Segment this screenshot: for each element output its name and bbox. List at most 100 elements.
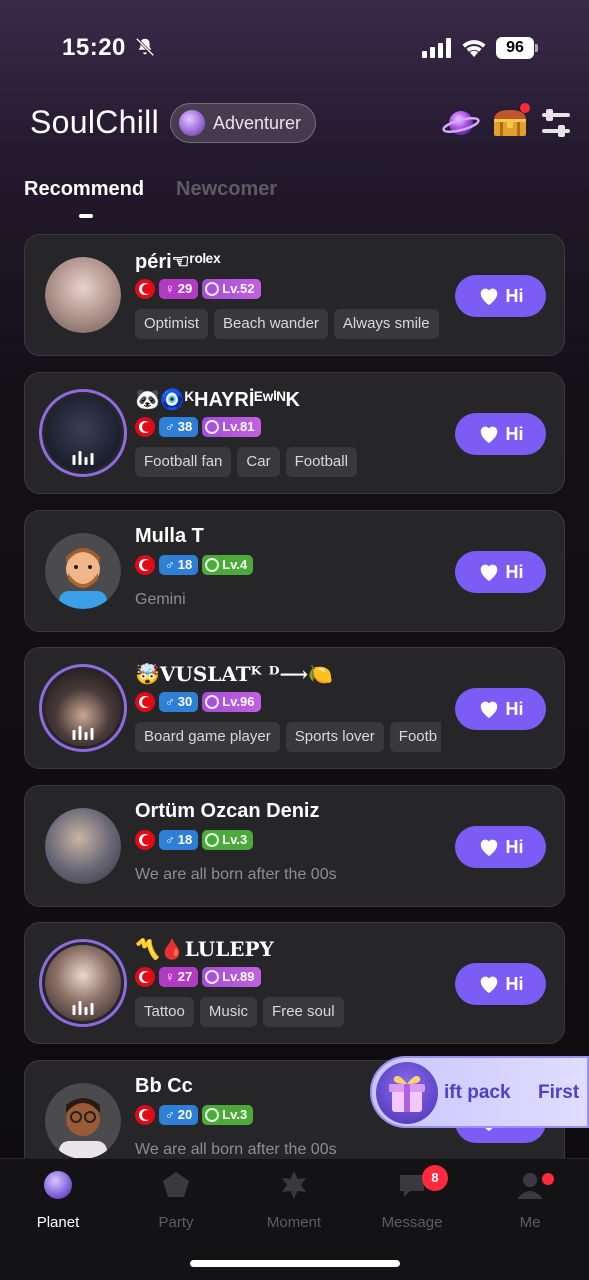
gift-pack-banner[interactable]: ift pack First [370, 1056, 589, 1128]
chest-notification-dot [520, 103, 530, 113]
user-bio: Gemini [135, 591, 186, 608]
home-indicator [190, 1260, 400, 1267]
user-meta: ♂ 20 Lv.3 [135, 1105, 254, 1125]
filter-sliders-icon[interactable] [540, 108, 572, 138]
hi-button[interactable]: Hi [455, 963, 546, 1005]
level: Lv.4 [222, 557, 248, 572]
nav-label: Message [381, 1214, 443, 1231]
moment-star-icon [282, 1171, 306, 1199]
tag-list: Football fan Car Football [135, 447, 441, 477]
cellular-signal-icon [422, 38, 451, 58]
level: Lv.3 [222, 1107, 248, 1122]
avatar-live[interactable] [39, 939, 127, 1027]
cartoon-man-avatar [59, 548, 107, 609]
nav-label: Party [158, 1214, 194, 1231]
male-icon: ♂ [165, 557, 175, 572]
male-icon: ♂ [165, 832, 175, 847]
user-name: 〽️🩸LULEPY [135, 937, 274, 961]
cartoon-man-avatar [59, 1098, 107, 1159]
user-name: 🤯VUSLATᴷ ᴰ⟶🍋 [135, 662, 334, 686]
nav-me[interactable]: Me [480, 1169, 580, 1231]
status-bar: 15:20 96 [0, 0, 589, 96]
hi-button[interactable]: Hi [455, 688, 546, 730]
tag: Free soul [263, 997, 344, 1027]
avatar-live[interactable] [39, 389, 127, 477]
heart-icon [480, 839, 497, 857]
tag: Tattoo [135, 997, 194, 1027]
nav-message[interactable]: 8 Message [362, 1165, 462, 1231]
adventurer-badge[interactable]: Adventurer [170, 103, 316, 143]
male-icon: ♂ [165, 694, 175, 709]
hi-button[interactable]: Hi [455, 275, 546, 317]
message-unread-badge: 8 [422, 1165, 448, 1191]
level-badge: Lv.3 [202, 830, 254, 850]
user-meta: ♀ 29 Lv.52 [135, 279, 261, 299]
level: Lv.81 [222, 419, 255, 434]
hi-button[interactable]: Hi [455, 413, 546, 455]
tag: Sports lover [285, 722, 384, 752]
gender-age-badge: ♂ 38 [159, 417, 199, 437]
planet-nav-icon [44, 1171, 72, 1199]
level-gem-icon [205, 970, 220, 984]
gender-age-badge: ♂ 18 [159, 830, 199, 850]
tag: Beach wander [214, 309, 328, 339]
tag: Always smile [333, 309, 439, 339]
tag: Car [237, 447, 280, 477]
turkey-flag-icon [135, 555, 155, 575]
user-meta: ♂ 18 Lv.4 [135, 555, 254, 575]
hi-label: Hi [505, 423, 524, 444]
party-pentagon-icon [163, 1172, 189, 1197]
wifi-icon [462, 40, 486, 57]
hi-button[interactable]: Hi [455, 826, 546, 868]
tag: Board game player [135, 722, 280, 752]
age: 38 [177, 419, 193, 434]
live-audio-icon [72, 451, 94, 465]
avatar[interactable] [45, 1083, 121, 1159]
user-card[interactable]: 🐼🧿ᴷHAYRİᴱʷⁱᴺK ♂ 38 Lv.81 Football fan Car… [24, 372, 565, 494]
user-meta: ♀ 27 Lv.89 [135, 967, 261, 987]
user-name: péri☜ʳᵒˡᵉˣ [135, 251, 221, 273]
gender-age-badge: ♂ 30 [159, 692, 199, 712]
planet-icon[interactable] [442, 106, 480, 140]
avatar[interactable] [45, 257, 121, 333]
level-badge: Lv.89 [202, 967, 261, 987]
gender-age-badge: ♀ 29 [159, 279, 199, 299]
nav-moment[interactable]: Moment [244, 1169, 344, 1231]
avatar-live[interactable] [39, 664, 127, 752]
tag: Footb [389, 722, 441, 752]
turkey-flag-icon [135, 692, 155, 712]
avatar[interactable] [45, 533, 121, 609]
nav-planet[interactable]: Planet [8, 1169, 108, 1231]
user-card[interactable]: Mulla T ♂ 18 Lv.4 Gemini Hi [24, 510, 565, 632]
tab-newcomer[interactable]: Newcomer [176, 178, 277, 201]
user-card[interactable]: 🤯VUSLATᴷ ᴰ⟶🍋 ♂ 30 Lv.96 Board game player… [24, 647, 565, 769]
nav-label: Me [519, 1214, 541, 1231]
age: 18 [177, 557, 193, 572]
user-name: Ortüm Ozcan Deniz [135, 800, 320, 822]
user-card[interactable]: Ortüm Ozcan Deniz ♂ 18 Lv.3 We are all bo… [24, 785, 565, 907]
user-name: Mulla T [135, 525, 204, 547]
level-gem-icon [205, 833, 220, 847]
tab-recommend[interactable]: Recommend [24, 178, 144, 201]
user-card[interactable]: 〽️🩸LULEPY ♀ 27 Lv.89 Tattoo Music Free so… [24, 922, 565, 1044]
hi-label: Hi [505, 285, 524, 306]
status-time: 15:20 [62, 34, 126, 61]
nav-label: Moment [266, 1214, 322, 1231]
hi-button[interactable]: Hi [455, 551, 546, 593]
tag: Music [199, 997, 258, 1027]
adventurer-orb-icon [179, 110, 205, 136]
live-audio-icon [72, 1001, 94, 1015]
avatar[interactable] [45, 808, 121, 884]
age: 30 [177, 694, 193, 709]
level: Lv.89 [222, 969, 255, 984]
app-title: SoulChill [30, 104, 159, 140]
level-gem-icon [205, 282, 220, 296]
user-card[interactable]: péri☜ʳᵒˡᵉˣ ♀ 29 Lv.52 Optimist Beach wand… [24, 234, 565, 356]
level-badge: Lv.81 [202, 417, 261, 437]
tab-active-indicator [79, 214, 93, 218]
male-icon: ♂ [165, 419, 175, 434]
nav-party[interactable]: Party [126, 1169, 226, 1231]
battery-indicator: 96 [496, 37, 538, 59]
user-name: Bb Cc [135, 1075, 193, 1097]
battery-tip [535, 44, 538, 52]
